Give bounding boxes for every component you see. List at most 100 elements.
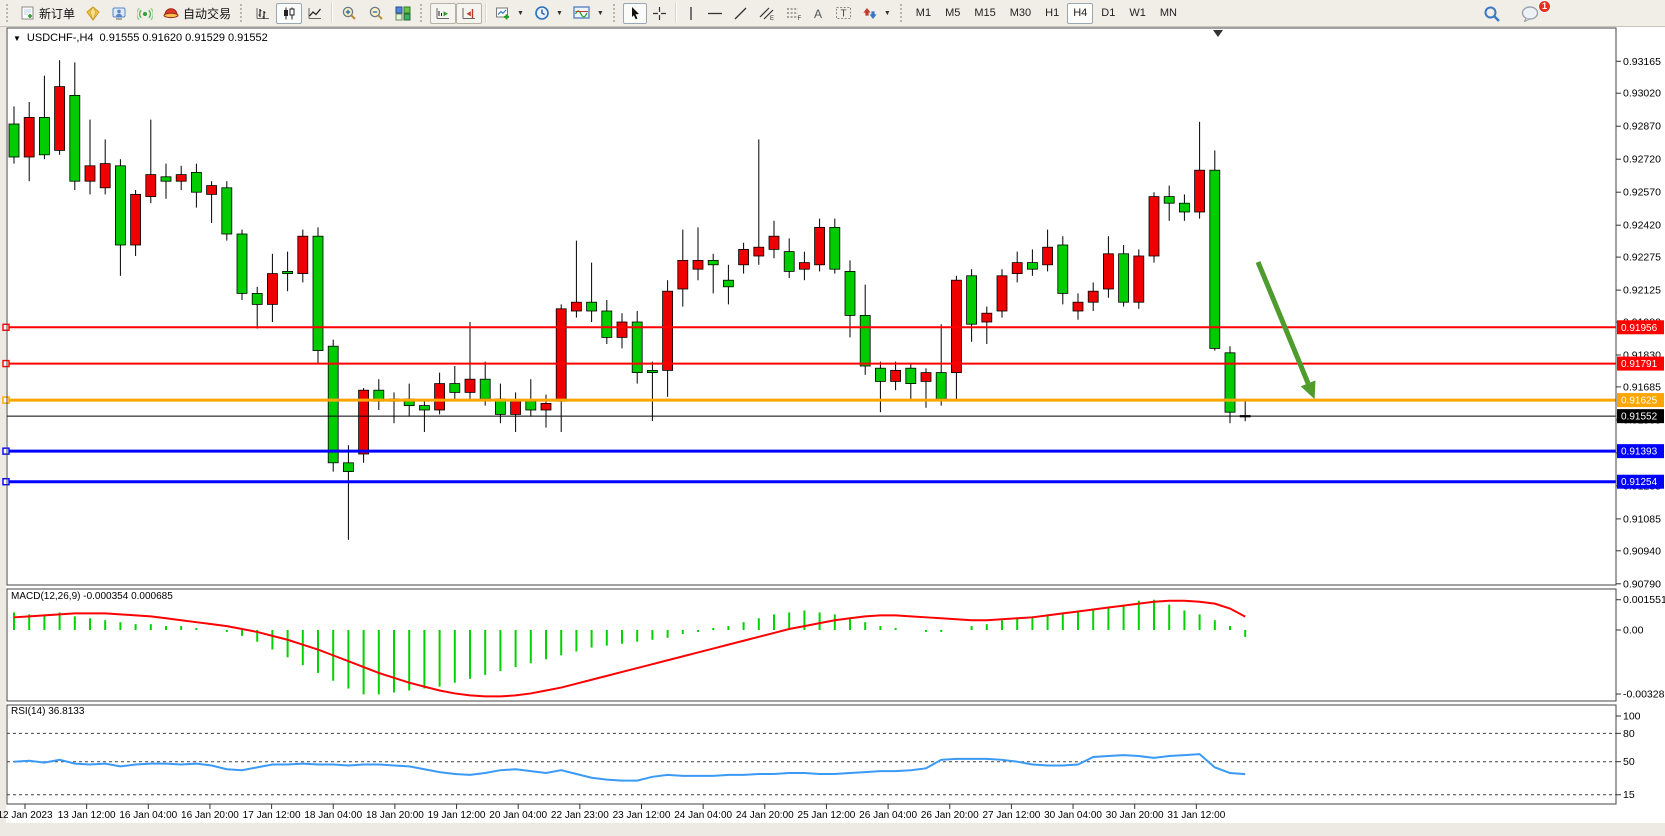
community-button[interactable] [80,3,106,24]
svg-text:15: 15 [1623,789,1635,801]
ohlc-bars-icon [255,6,271,21]
auto-trading-button[interactable]: 自动交易 [158,3,236,24]
tab-timeframe-h4[interactable]: H4 [1067,3,1093,24]
chart-candles-button[interactable] [276,3,302,24]
chart-shift-icon [461,6,477,21]
candle [678,260,688,289]
notifications-button[interactable]: 1 [1516,3,1545,24]
svg-text:20 Jan 04:00: 20 Jan 04:00 [489,810,547,821]
zoom-in-button[interactable] [336,3,363,24]
svg-text:0.91956: 0.91956 [1621,323,1658,334]
candle [693,260,703,269]
svg-text:26 Jan 04:00: 26 Jan 04:00 [859,810,917,821]
tab-timeframe-mn[interactable]: MN [1154,3,1183,24]
market-button[interactable] [106,3,132,24]
arrows-tool-button[interactable]: ▼ [857,3,896,24]
candle [967,276,977,324]
svg-text:0.001551: 0.001551 [1623,594,1665,606]
chart-shift-button[interactable] [456,3,482,24]
candle [1149,197,1159,256]
trendline-button[interactable] [728,3,753,24]
tab-timeframe-d1[interactable]: D1 [1095,3,1121,24]
tile-windows-button[interactable] [390,3,416,24]
candle [799,263,809,270]
search-button[interactable] [1478,3,1506,24]
candle [313,236,323,350]
cursor-button[interactable] [623,3,647,24]
crosshair-button[interactable] [647,3,672,24]
svg-text:100: 100 [1623,711,1641,723]
svg-text:0.00: 0.00 [1623,625,1644,637]
candle [1012,263,1022,274]
window-menu-icon[interactable]: ▼ [13,34,21,43]
svg-text:24 Jan 20:00: 24 Jan 20:00 [736,810,794,821]
svg-text:30 Jan 20:00: 30 Jan 20:00 [1106,810,1164,821]
candle [526,401,536,410]
auto-scroll-button[interactable] [430,3,456,24]
candle [739,249,749,264]
indicators-button[interactable]: ▼ [568,3,609,24]
svg-text:13 Jan 12:00: 13 Jan 12:00 [58,810,116,821]
candle [480,379,490,399]
chart-title-bar[interactable]: ▼ USDCHF-,H4 0.91555 0.91620 0.91529 0.9… [13,32,268,44]
equidistant-channel-button[interactable]: E [753,3,780,24]
new-order-button[interactable]: 新订单 [16,3,80,24]
signals-button[interactable] [132,3,158,24]
new-order-icon [21,6,35,20]
candle [1134,256,1144,302]
horizontal-line-button[interactable] [702,3,728,24]
svg-text:0.92720: 0.92720 [1623,154,1661,166]
candle [55,87,65,151]
tab-timeframe-h1[interactable]: H1 [1039,3,1065,24]
candle [997,276,1007,311]
chart-ohlc-values: 0.91555 0.91620 0.91529 0.91552 [100,32,268,44]
candle [1164,197,1174,204]
toolbar-grip [613,4,619,22]
chart-line-button[interactable] [302,3,328,24]
candle [891,370,901,381]
period-button[interactable]: ▼ [529,3,568,24]
tab-timeframe-m5[interactable]: M5 [939,3,966,24]
candle [1058,245,1068,293]
new-chart-icon [495,6,511,21]
vertical-line-button[interactable] [680,3,702,24]
tab-timeframe-m30[interactable]: M30 [1004,3,1037,24]
svg-text:24 Jan 04:00: 24 Jan 04:00 [674,810,732,821]
candle [237,234,247,293]
candle [1088,291,1098,302]
fibonacci-button[interactable]: F [780,3,807,24]
tab-timeframe-m1[interactable]: M1 [910,3,937,24]
svg-text:31 Jan 12:00: 31 Jan 12:00 [1167,810,1225,821]
toolbar-grip [420,4,426,22]
tab-timeframe-m15[interactable]: M15 [968,3,1001,24]
new-chart-button[interactable]: ▼ [490,3,529,24]
dropdown-caret: ▼ [556,10,563,17]
chart-canvas[interactable]: 0.931650.930200.928700.927200.925700.924… [0,0,1665,836]
channel-icon: E [758,6,775,21]
candle [587,302,597,311]
crosshair-icon [652,6,667,21]
svg-text:0.91552: 0.91552 [1621,412,1658,423]
indicators-icon [573,5,591,21]
text-a-icon: A [812,6,825,21]
macd-indicator-label: MACD(12,26,9) -0.000354 0.000685 [11,591,173,602]
svg-text:26 Jan 20:00: 26 Jan 20:00 [921,810,979,821]
svg-text:16 Jan 20:00: 16 Jan 20:00 [181,810,239,821]
svg-text:0.92570: 0.92570 [1623,187,1661,199]
svg-text:0.92275: 0.92275 [1623,252,1661,264]
candle [419,406,429,410]
zoom-out-button[interactable] [363,3,390,24]
hline-handle [3,324,9,330]
candle [161,177,171,181]
chart-bars-button[interactable] [250,3,276,24]
candle [1043,247,1053,265]
text-button[interactable]: A [807,3,830,24]
candle [207,186,217,195]
toolbar-separator [675,3,677,23]
candle [252,293,262,304]
user-monitor-icon [111,6,127,21]
text-label-button[interactable]: T [830,3,857,24]
candle [131,194,141,245]
candle [754,247,764,256]
tab-timeframe-w1[interactable]: W1 [1123,3,1152,24]
